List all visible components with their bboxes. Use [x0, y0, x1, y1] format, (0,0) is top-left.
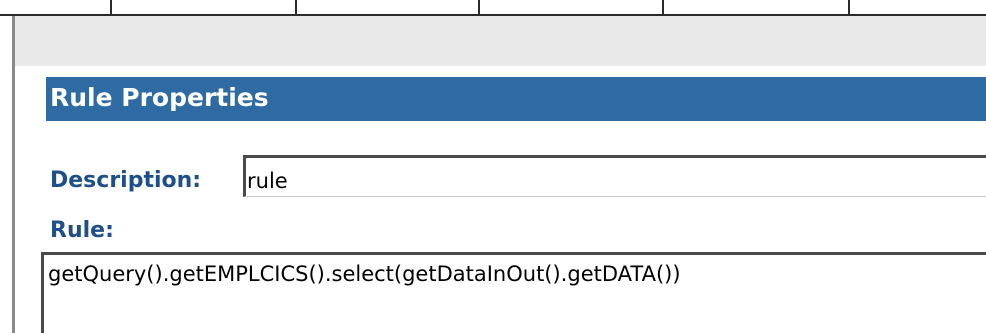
column-divider[interactable] — [848, 0, 850, 16]
toolbar-band — [15, 16, 986, 66]
column-divider[interactable] — [478, 0, 480, 16]
rule-label: Rule: — [50, 218, 114, 243]
column-header-strip — [0, 0, 986, 16]
panel-title: Rule Properties — [50, 83, 269, 112]
description-label: Description: — [50, 168, 202, 193]
column-divider[interactable] — [110, 0, 112, 16]
column-divider[interactable] — [662, 0, 664, 16]
column-divider[interactable] — [295, 0, 297, 16]
rule-textarea[interactable]: getQuery().getEMPLCICS().select(getDataI… — [41, 252, 986, 333]
rule-properties-header: Rule Properties — [46, 77, 986, 121]
description-input[interactable] — [243, 155, 986, 197]
